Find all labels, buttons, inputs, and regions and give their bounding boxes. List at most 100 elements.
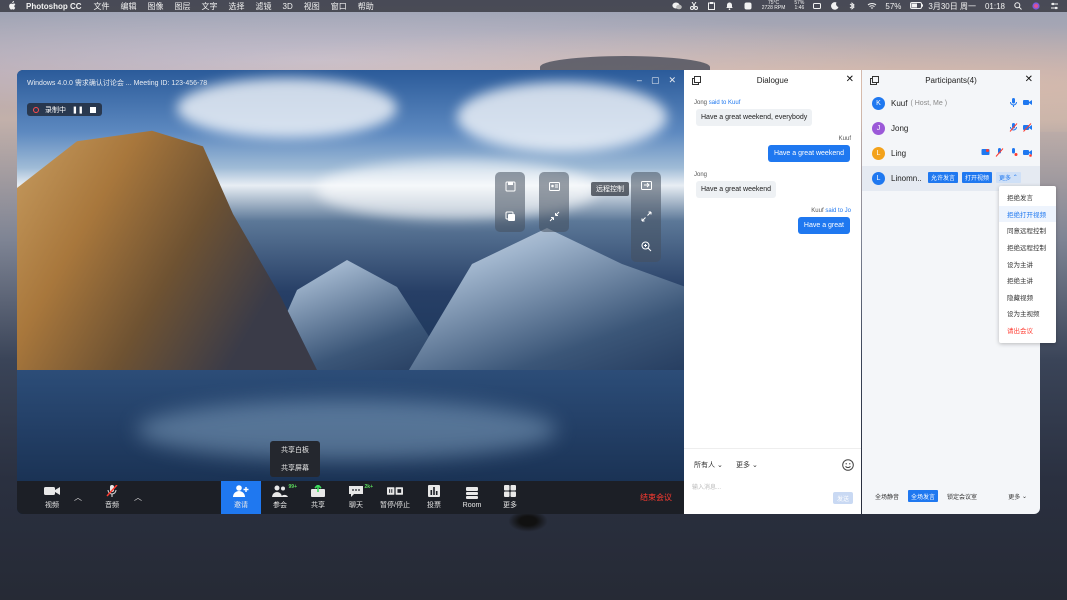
menu-item-hide-video[interactable]: 隐藏视频 bbox=[999, 289, 1056, 306]
search-icon[interactable] bbox=[1014, 2, 1023, 10]
menu-type[interactable]: 文字 bbox=[202, 1, 218, 12]
avatar: L bbox=[872, 172, 885, 185]
apple-icon[interactable] bbox=[8, 0, 16, 12]
message-meta: Kuuf bbox=[838, 136, 851, 142]
notification-icon[interactable] bbox=[725, 2, 735, 10]
wifi-icon[interactable] bbox=[867, 2, 877, 10]
minimize-icon[interactable]: – bbox=[637, 75, 642, 86]
audio-button[interactable]: 音频 bbox=[93, 481, 131, 514]
participants-button[interactable]: 参会 99+ bbox=[261, 481, 299, 514]
invite-button[interactable]: 邀请 bbox=[221, 481, 261, 514]
more-select[interactable]: 更多 ⌄ bbox=[736, 459, 758, 471]
app-status-icon[interactable] bbox=[744, 2, 753, 10]
chevron-down-icon: ⌄ bbox=[750, 462, 758, 469]
wechat-icon[interactable] bbox=[672, 2, 682, 10]
menu-item-set-presenter[interactable]: 设为主讲 bbox=[999, 255, 1056, 272]
lock-room-button[interactable]: 锁定会议室 bbox=[944, 490, 980, 502]
menu-item-refuse-video[interactable]: 拒绝打开视频 bbox=[999, 205, 1056, 223]
pause-stop-button[interactable]: 暂停/停止 bbox=[375, 481, 415, 514]
keyboard-icon[interactable] bbox=[813, 2, 822, 10]
all-speak-button[interactable]: 全场发言 bbox=[908, 490, 939, 502]
mic-muted-icon[interactable] bbox=[995, 148, 1004, 159]
bluetooth-icon[interactable] bbox=[849, 2, 858, 10]
menubar-date[interactable]: 3月30日 周一 bbox=[928, 1, 976, 12]
more-button[interactable]: 更多 bbox=[491, 481, 529, 514]
participant-more-button[interactable]: 更多 ⌃ bbox=[996, 172, 1021, 183]
remote-control-label[interactable]: 远程控制 bbox=[591, 182, 629, 196]
recording-label: 录制中 bbox=[45, 106, 66, 114]
clipboard-icon[interactable] bbox=[707, 2, 717, 10]
contact-card-icon[interactable] bbox=[548, 181, 560, 194]
menu-item-agree-remote-control[interactable]: 同意远程控制 bbox=[999, 222, 1056, 239]
footer-more-button[interactable]: 更多 ⌄ bbox=[1005, 490, 1030, 502]
view-tool-panel bbox=[631, 172, 661, 262]
menu-file[interactable]: 文件 bbox=[94, 1, 110, 12]
share-screen-option[interactable]: 共享屏幕 bbox=[270, 459, 320, 477]
moon-icon[interactable] bbox=[831, 2, 840, 10]
pause-recording-icon[interactable]: ❚❚ bbox=[72, 106, 84, 114]
close-icon[interactable]: ✕ bbox=[846, 74, 854, 85]
collapse-icon[interactable] bbox=[549, 211, 560, 224]
menu-item-refuse-speak[interactable]: 拒绝发言 bbox=[999, 189, 1056, 206]
menubar-time[interactable]: 01:18 bbox=[985, 2, 1005, 11]
menu-select[interactable]: 选择 bbox=[229, 1, 245, 12]
app-menu[interactable]: Photoshop CC bbox=[26, 2, 82, 11]
scissors-icon[interactable] bbox=[689, 1, 699, 10]
menu-help[interactable]: 帮助 bbox=[358, 1, 374, 12]
siri-icon[interactable] bbox=[1032, 2, 1041, 10]
participant-row[interactable]: J Jong bbox=[862, 116, 1040, 141]
maximize-icon[interactable]: ▢ bbox=[651, 75, 660, 86]
vote-button[interactable]: 投票 bbox=[415, 481, 453, 514]
menu-view[interactable]: 视图 bbox=[304, 1, 320, 12]
chat-button[interactable]: 聊天 2k+ bbox=[337, 481, 375, 514]
menu-3d[interactable]: 3D bbox=[283, 2, 293, 11]
mic-muted-icon[interactable] bbox=[1009, 123, 1018, 134]
participant-row[interactable]: K Kuuf ( Host, Me ) bbox=[862, 91, 1040, 116]
mute-all-button[interactable]: 全场静音 bbox=[872, 490, 902, 502]
emoji-icon[interactable] bbox=[842, 459, 854, 471]
screen-share-icon[interactable] bbox=[981, 148, 990, 159]
send-button[interactable]: 发送 bbox=[833, 492, 853, 504]
message-input[interactable]: 输入消息... bbox=[692, 482, 721, 491]
screen-switch-icon[interactable] bbox=[640, 180, 652, 194]
dialogue-footer: 所有人 ⌄ 更多 ⌄ 输入消息... 发送 bbox=[684, 448, 861, 514]
mic-icon[interactable] bbox=[1009, 148, 1018, 159]
allow-speak-button[interactable]: 允许发言 bbox=[928, 172, 959, 183]
expand-icon[interactable] bbox=[641, 211, 652, 224]
battery-icon[interactable] bbox=[910, 2, 924, 10]
participant-role: ( Host, Me ) bbox=[910, 100, 948, 107]
share-whiteboard-option[interactable]: 共享白板 bbox=[270, 441, 320, 459]
popout-icon[interactable] bbox=[870, 76, 879, 85]
close-icon[interactable]: ✕ bbox=[1025, 74, 1033, 85]
menu-item-refuse-presenter[interactable]: 拒绝主讲 bbox=[999, 272, 1056, 289]
share-button[interactable]: 共享 bbox=[299, 481, 337, 514]
save-icon[interactable] bbox=[505, 181, 516, 194]
zoom-in-icon[interactable] bbox=[641, 241, 652, 254]
menu-item-set-main-video[interactable]: 设为主视频 bbox=[999, 305, 1056, 322]
popout-icon[interactable] bbox=[692, 76, 701, 85]
audio-options-chevron-up-icon[interactable]: ︿ bbox=[131, 481, 145, 514]
menu-item-remove-from-meeting[interactable]: 请出会议 bbox=[999, 322, 1056, 339]
end-meeting-button[interactable]: 结束会议 bbox=[640, 481, 684, 514]
message-bubble: Have a great bbox=[797, 217, 850, 234]
menu-edit[interactable]: 编辑 bbox=[121, 1, 137, 12]
mic-icon[interactable] bbox=[1009, 98, 1018, 109]
menu-layer[interactable]: 图层 bbox=[175, 1, 191, 12]
menu-filter[interactable]: 滤镜 bbox=[256, 1, 272, 12]
video-button[interactable]: 视频 bbox=[33, 481, 71, 514]
control-center-icon[interactable] bbox=[1050, 2, 1059, 10]
menu-image[interactable]: 图像 bbox=[148, 1, 164, 12]
menu-window[interactable]: 窗口 bbox=[331, 1, 347, 12]
video-camera-icon[interactable] bbox=[1023, 148, 1032, 159]
video-camera-icon[interactable] bbox=[1023, 98, 1032, 109]
room-button[interactable]: Room bbox=[453, 481, 491, 514]
recipient-select[interactable]: 所有人 ⌄ bbox=[694, 459, 723, 471]
video-muted-icon[interactable] bbox=[1023, 123, 1032, 134]
close-icon[interactable]: ✕ bbox=[668, 75, 676, 86]
video-options-chevron-up-icon[interactable]: ︿ bbox=[71, 481, 85, 514]
participant-row[interactable]: L Ling bbox=[862, 141, 1040, 166]
menu-item-refuse-remote-control[interactable]: 拒绝远程控制 bbox=[999, 239, 1056, 256]
stop-recording-icon[interactable] bbox=[89, 106, 96, 113]
open-video-button[interactable]: 打开视频 bbox=[962, 172, 993, 183]
copy-icon[interactable] bbox=[505, 211, 516, 224]
